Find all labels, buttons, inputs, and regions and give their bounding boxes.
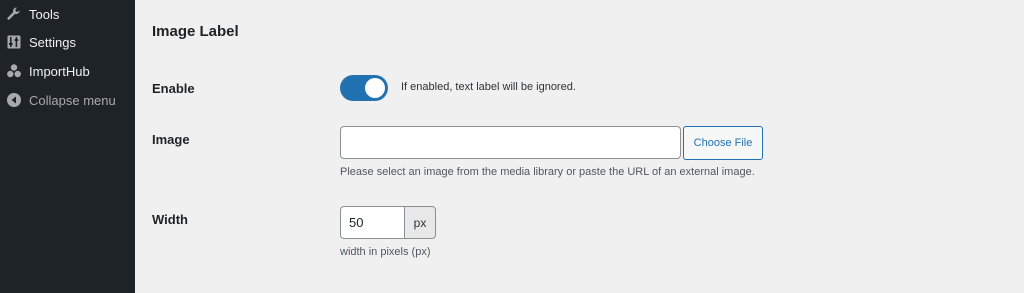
sidebar-item-tools[interactable]: Tools <box>0 0 135 28</box>
sidebar-item-label: Tools <box>29 6 60 22</box>
admin-sidebar: Tools Settings ImportHub Collapse menu <box>0 0 135 293</box>
image-help-text: Please select an image from the media li… <box>340 166 755 178</box>
enable-toggle[interactable] <box>340 75 388 101</box>
wrench-icon <box>6 6 22 22</box>
sidebar-item-label: ImportHub <box>29 63 90 79</box>
enable-description: If enabled, text label will be ignored. <box>401 81 576 93</box>
collapse-menu-button[interactable]: Collapse menu <box>0 86 135 114</box>
image-label: Image <box>152 132 190 147</box>
sidebar-item-settings[interactable]: Settings <box>0 28 135 56</box>
settings-icon <box>6 34 22 50</box>
settings-panel: Image Label Enable If enabled, text labe… <box>135 0 1024 293</box>
sidebar-item-label: Settings <box>29 34 76 50</box>
width-help-text: width in pixels (px) <box>340 246 431 258</box>
toggle-knob <box>365 78 385 98</box>
section-title: Image Label <box>152 23 239 40</box>
width-unit: px <box>404 206 436 239</box>
width-label: Width <box>152 212 188 227</box>
collapse-icon <box>6 92 22 108</box>
sidebar-item-label: Collapse menu <box>29 92 116 108</box>
image-url-input[interactable] <box>340 126 681 159</box>
sidebar-item-importhub[interactable]: ImportHub <box>0 57 135 85</box>
choose-file-button[interactable]: Choose File <box>683 126 763 160</box>
enable-label: Enable <box>152 81 195 96</box>
width-input[interactable] <box>340 206 405 239</box>
importhub-icon <box>6 63 22 79</box>
